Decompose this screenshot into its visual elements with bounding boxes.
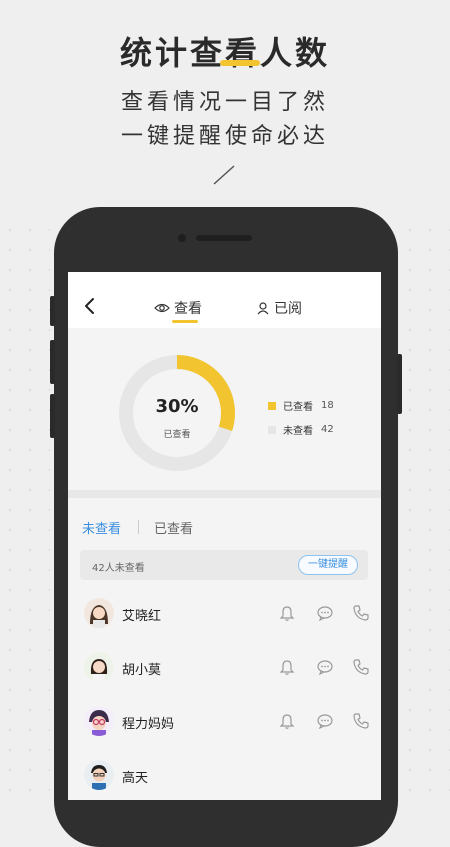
- avatar: [84, 652, 114, 682]
- slash-decoration: [213, 165, 235, 185]
- tab-viewed-label: 查看: [174, 301, 202, 317]
- eye-icon: [154, 303, 170, 313]
- promo-headline: 统计查看人数: [119, 34, 330, 72]
- tab-viewed[interactable]: 查看: [154, 296, 202, 320]
- chat-icon[interactable]: [316, 604, 334, 622]
- filter-separator: [138, 520, 139, 534]
- member-row[interactable]: 程力妈妈: [68, 696, 381, 749]
- member-row[interactable]: 高天: [68, 750, 381, 800]
- tab-read[interactable]: 已阅: [256, 296, 302, 320]
- avatar: [84, 598, 114, 628]
- top-nav-bar: 查看 已阅: [68, 272, 381, 328]
- filter-viewed[interactable]: 已查看: [154, 518, 193, 537]
- legend-viewed: 已查看 18: [268, 398, 334, 413]
- phone-side-button: [50, 394, 55, 438]
- promo-header: 统计查看人数 查看情况一目了然 一键提醒使命必达: [0, 0, 450, 200]
- legend-swatch: [268, 425, 276, 434]
- chevron-left-icon[interactable]: [82, 296, 98, 316]
- section-divider: [68, 490, 381, 498]
- active-tab-indicator: [172, 320, 198, 323]
- legend-count: 42: [321, 424, 334, 435]
- unviewed-notice-bar: 42人未查看 一键提醒: [80, 550, 368, 580]
- percent-viewed: 30%: [155, 396, 199, 417]
- phone-side-button: [50, 296, 55, 326]
- avatar: [84, 760, 114, 790]
- front-camera: [178, 234, 186, 242]
- remind-all-button[interactable]: 一键提醒: [298, 555, 358, 575]
- avatar: [84, 706, 114, 736]
- member-name: 程力妈妈: [122, 717, 175, 732]
- bell-icon[interactable]: [278, 604, 296, 622]
- percent-label: 已查看: [163, 430, 191, 440]
- earpiece-speaker: [196, 235, 252, 241]
- member-row[interactable]: 胡小莫: [68, 642, 381, 695]
- chat-icon[interactable]: [316, 712, 334, 730]
- member-name: 胡小莫: [122, 663, 162, 678]
- member-name: 艾晓红: [122, 609, 162, 624]
- legend-label: 已查看: [283, 402, 313, 413]
- phone-icon[interactable]: [352, 658, 370, 676]
- bell-icon[interactable]: [278, 712, 296, 730]
- phone-power-button: [397, 354, 402, 414]
- tab-read-label: 已阅: [274, 301, 302, 317]
- legend-unviewed: 未查看 42: [268, 422, 334, 437]
- app-screen: 查看 已阅 30% 已查看 已查看 18 未查看 42 未查看 已查看 42人未…: [68, 272, 381, 800]
- legend-swatch: [268, 401, 276, 410]
- stats-card: 30% 已查看 已查看 18 未查看 42: [68, 334, 381, 492]
- promo-line-2: 一键提醒使命必达: [120, 124, 329, 149]
- user-icon: [257, 302, 269, 315]
- filter-bar: 未查看 已查看: [68, 498, 381, 550]
- filter-unviewed[interactable]: 未查看: [82, 518, 121, 537]
- legend-count: 18: [321, 400, 334, 411]
- promo-line-1: 查看情况一目了然: [120, 90, 329, 115]
- dot-pattern-right: [400, 220, 450, 800]
- dot-pattern-left: [0, 220, 50, 800]
- legend-label: 未查看: [283, 426, 313, 437]
- member-name: 高天: [122, 771, 149, 786]
- phone-icon[interactable]: [352, 712, 370, 730]
- bell-icon[interactable]: [278, 658, 296, 676]
- phone-side-button: [50, 340, 55, 384]
- phone-icon[interactable]: [352, 604, 370, 622]
- member-row[interactable]: 艾晓红: [68, 588, 381, 641]
- chat-icon[interactable]: [316, 658, 334, 676]
- headline-accent: [220, 60, 260, 66]
- unviewed-count-text: 42人未查看: [92, 563, 145, 574]
